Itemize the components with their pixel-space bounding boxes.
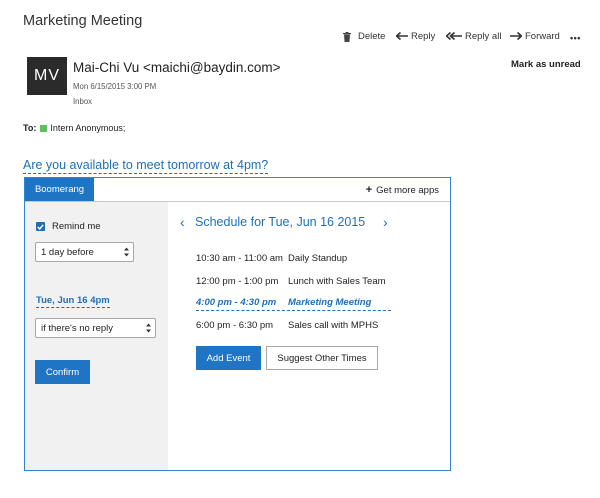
plus-icon: + [365,184,373,196]
reply-all-button[interactable]: Reply all [446,31,501,42]
panel-header: Boomerang + Get more apps [25,178,450,202]
folder-label: Inbox [73,97,93,106]
boomerang-panel: Boomerang + Get more apps Remind me 1 da… [24,177,451,471]
interval-value: 1 day before [41,246,94,258]
sender-name[interactable]: Mai-Chi Vu <maichi@baydin.com> [73,60,281,75]
event-title: Daily Standup [288,253,348,264]
next-day-arrow-icon[interactable]: › [383,214,388,230]
schedule-title: Schedule for Tue, Jun 16 2015 [195,215,366,229]
remind-me-label: Remind me [52,221,101,232]
delete-button[interactable]: Delete [343,31,385,42]
delete-label: Delete [358,31,386,42]
sent-timestamp: Mon 6/15/2015 3:00 PM [73,82,157,91]
previous-day-arrow-icon[interactable]: ‹ [180,214,185,230]
to-label: To: [23,123,37,133]
avatar-initials: MV [34,67,60,84]
checkmark-icon [37,223,44,230]
confirm-button[interactable]: Confirm [35,360,90,384]
event-title: Marketing Meeting [288,297,372,308]
add-event-label: Add Event [206,352,251,364]
event-time: 6:00 pm - 6:30 pm [196,320,274,331]
proposed-event[interactable]: 4:00 pm - 4:30 pm Marketing Meeting [196,297,391,311]
condition-value: if there's no reply [41,322,114,334]
mark-unread-button[interactable]: Mark as unread [511,59,581,70]
select-arrows-icon [124,247,129,257]
schedule-event[interactable]: 10:30 am - 11:00 am Daily Standup [196,253,347,264]
reply-all-label: Reply all [465,31,502,42]
select-arrows-icon [146,323,151,333]
event-time: 10:30 am - 11:00 am [196,253,283,264]
reply-arrow-icon [396,32,408,41]
event-title: Lunch with Sales Team [288,276,386,287]
confirm-label: Confirm [45,366,80,378]
interval-select[interactable]: 1 day before [35,242,134,262]
reply-button[interactable]: Reply [396,31,435,42]
suggest-times-button[interactable]: Suggest Other Times [266,346,378,370]
get-more-apps-button[interactable]: + Get more apps [366,184,439,196]
forward-label: Forward [525,31,560,42]
schedule-event[interactable]: 12:00 pm - 1:00 pm Lunch with Sales Team [196,276,386,287]
recipient-name[interactable]: Intern Anonymous; [50,123,125,133]
forward-button[interactable]: Forward [510,31,560,42]
reminder-settings: Remind me 1 day before Tue, Jun 16 4pm i… [25,202,168,470]
email-subject: Marketing Meeting [23,13,143,29]
reply-all-arrow-icon [446,32,462,41]
forward-arrow-icon [510,32,522,41]
remind-me-checkbox[interactable] [36,222,45,231]
add-event-button[interactable]: Add Event [196,346,261,370]
event-time: 4:00 pm - 4:30 pm [196,297,277,308]
remind-date-link[interactable]: Tue, Jun 16 4pm [36,295,110,308]
reply-label: Reply [411,31,436,42]
remind-me-row: Remind me [36,221,101,232]
message-toolbar: Delete Reply Reply all Forward ••• [0,31,600,47]
trash-icon [343,31,351,42]
event-title: Sales call with MPHS [288,320,379,331]
tab-boomerang[interactable]: Boomerang [25,178,94,201]
suggest-times-label: Suggest Other Times [277,352,367,364]
condition-select[interactable]: if there's no reply [35,318,156,338]
recipient-row: To: Intern Anonymous; [23,123,125,133]
detected-meeting-link[interactable]: Are you available to meet tomorrow at 4p… [23,158,269,174]
more-dots-icon: ••• [570,33,581,43]
presence-indicator-icon [40,124,48,132]
get-more-apps-label: Get more apps [376,184,439,196]
sender-avatar: MV [27,57,67,95]
more-actions-button[interactable]: ••• [570,33,581,43]
tab-boomerang-label: Boomerang [34,184,85,195]
schedule-event[interactable]: 6:00 pm - 6:30 pm Sales call with MPHS [196,320,378,331]
event-time: 12:00 pm - 1:00 pm [196,276,279,287]
